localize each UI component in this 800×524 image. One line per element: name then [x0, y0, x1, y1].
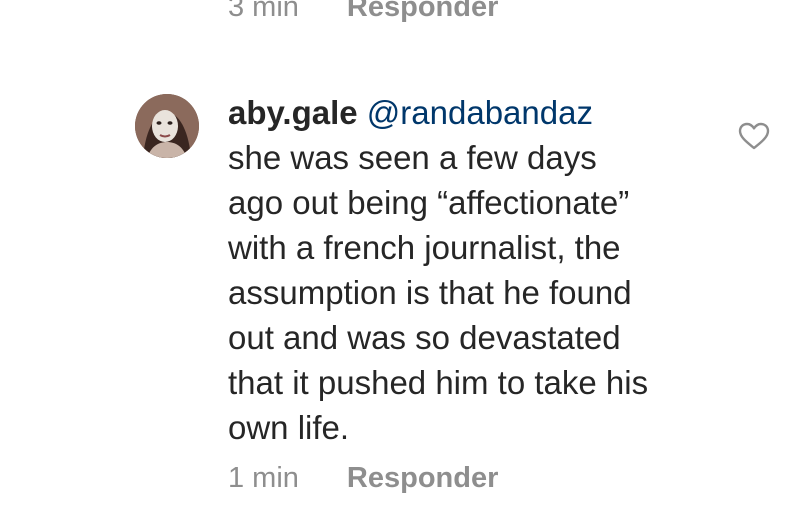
comment-meta: 1 min Responder — [228, 462, 498, 495]
comment-line: with a french journalist, the — [228, 229, 621, 266]
comment-line: out and was so devastated — [228, 319, 621, 356]
comment-mention[interactable]: @randabandaz — [367, 94, 593, 131]
comment-line: she was seen a few days — [228, 139, 597, 176]
comment-line: own life. — [228, 409, 350, 446]
reply-button[interactable]: Responder — [347, 0, 498, 24]
avatar[interactable] — [135, 94, 199, 158]
comment-text: aby.gale @randabandaz she was seen a few… — [228, 90, 748, 450]
comment-line: assumption is that he found — [228, 274, 632, 311]
heart-outline-icon — [738, 122, 770, 150]
reply-button[interactable]: Responder — [347, 462, 498, 495]
comment-line: ago out being “affectionate” — [228, 184, 630, 221]
avatar-image — [135, 94, 199, 158]
like-button[interactable] — [738, 122, 770, 150]
comment-time: 1 min — [228, 462, 299, 494]
comment-line: that it pushed him to take his — [228, 364, 649, 401]
comment-username[interactable]: aby.gale — [228, 94, 358, 131]
comment-time: 3 min — [228, 0, 299, 23]
previous-comment-meta: 3 min Responder — [228, 0, 498, 24]
